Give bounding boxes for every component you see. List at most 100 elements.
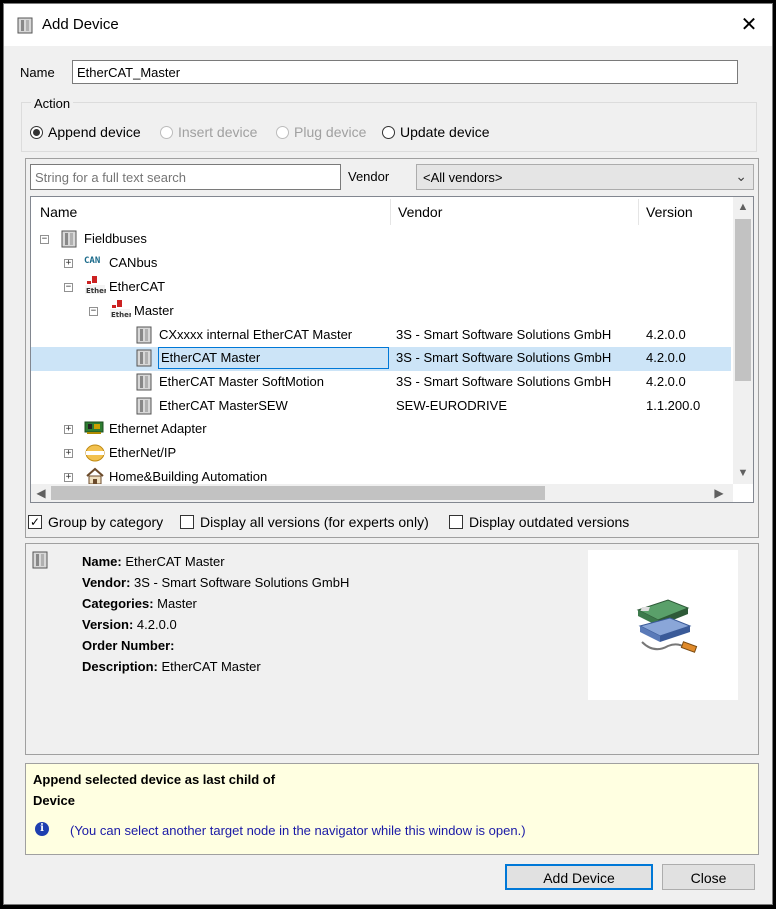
display-outdated-label: Display outdated versions — [469, 514, 630, 530]
ethercat-master-device-icon — [636, 599, 698, 653]
device-vendor: 3S - Smart Software Solutions GmbH — [396, 374, 612, 389]
tree-row-label: CANbus — [109, 255, 158, 270]
tree-row-master[interactable]: − EtherCAT Master — [31, 300, 731, 324]
message-hint: (You can select another target node in t… — [70, 823, 526, 838]
device-icon — [136, 397, 152, 418]
radio-circle — [30, 125, 43, 139]
vertical-scrollbar[interactable]: ▲ ▼ — [733, 197, 753, 484]
device-name: EtherCAT MasterSEW — [159, 398, 288, 413]
display-outdated-checkbox[interactable]: Display outdated versions — [449, 513, 629, 531]
detail-version: Version: 4.2.0.0 — [82, 617, 177, 632]
tree-row-device[interactable]: EtherCAT MasterSEW SEW-EURODRIVE 1.1.200… — [31, 395, 731, 419]
radio-circle — [276, 125, 289, 139]
chevron-down-icon: ⌄ — [735, 168, 747, 184]
tree-row-ethernet-adapter[interactable]: + Ethernet Adapter — [31, 418, 731, 442]
search-input[interactable] — [30, 164, 341, 190]
device-preview-image — [588, 550, 738, 700]
tree-row-label: Fieldbuses — [84, 231, 147, 246]
device-tree: Name Vendor Version − Fieldbuses + CAN C… — [30, 196, 754, 503]
scrollbar-thumb[interactable] — [735, 219, 751, 381]
name-input[interactable] — [72, 60, 738, 84]
add-device-dialog: Add Device ✕ Name Action Append device I… — [3, 3, 773, 905]
expand-icon[interactable]: + — [64, 473, 73, 482]
ethercat-icon: EtherCAT — [109, 300, 147, 323]
chevron-up-icon[interactable]: ▲ — [733, 197, 753, 217]
device-name: EtherCAT Master — [161, 350, 261, 365]
horizontal-scrollbar[interactable]: ◀ ▶ — [31, 484, 733, 502]
device-icon — [32, 551, 48, 572]
vendor-label: Vendor — [348, 169, 390, 184]
device-icon — [136, 349, 152, 370]
device-icon — [136, 373, 152, 394]
title-bar: Add Device ✕ — [4, 4, 772, 46]
device-icon — [136, 326, 152, 347]
tree-row-label: EtherNet/IP — [109, 445, 177, 460]
append-device-label: Append device — [48, 124, 141, 140]
close-button[interactable]: Close — [662, 864, 755, 890]
column-header-version[interactable]: Version — [646, 197, 693, 227]
collapse-icon[interactable]: − — [64, 283, 73, 292]
close-icon[interactable]: ✕ — [734, 12, 764, 38]
radio-circle — [160, 125, 173, 139]
radio-circle — [382, 125, 395, 139]
chevron-down-icon[interactable]: ▼ — [733, 463, 753, 483]
window-title: Add Device — [42, 16, 119, 33]
action-group-title: Action — [31, 96, 74, 111]
add-device-button[interactable]: Add Device — [505, 864, 653, 890]
message-line-1: Append selected device as last child of — [33, 772, 276, 787]
group-by-category-checkbox[interactable]: ✓ Group by category — [28, 513, 163, 531]
detail-name: Name: EtherCAT Master — [82, 554, 225, 569]
chevron-left-icon[interactable]: ◀ — [31, 484, 51, 502]
tree-row-label: EtherCAT — [109, 279, 166, 294]
checkbox-box — [449, 515, 463, 529]
checkbox-box — [180, 515, 194, 529]
can-icon: CAN — [84, 256, 101, 266]
update-device-radio[interactable]: Update device — [382, 122, 490, 142]
detail-categories: Categories: Master — [82, 596, 197, 611]
target-message-panel: Append selected device as last child of … — [25, 763, 759, 855]
tree-row-fieldbuses[interactable]: − Fieldbuses — [31, 228, 731, 252]
detail-vendor: Vendor: 3S - Smart Software Solutions Gm… — [82, 575, 350, 590]
tree-row-label: Master — [134, 303, 174, 318]
scrollbar-thumb[interactable] — [51, 486, 545, 500]
expand-icon[interactable]: + — [64, 449, 73, 458]
ethernet-ip-icon — [85, 444, 105, 465]
column-header-vendor[interactable]: Vendor — [398, 197, 442, 227]
plug-device-label: Plug device — [294, 124, 367, 140]
expand-icon[interactable]: + — [64, 259, 73, 268]
tree-row-ethernet-ip[interactable]: + EtherNet/IP — [31, 442, 731, 466]
device-name: CXxxxx internal EtherCAT Master — [159, 327, 353, 342]
collapse-icon[interactable]: − — [40, 235, 49, 244]
group-by-category-label: Group by category — [48, 514, 164, 530]
device-vendor: 3S - Smart Software Solutions GmbH — [396, 350, 612, 365]
display-all-versions-label: Display all versions (for experts only) — [200, 514, 429, 530]
device-version: 1.1.200.0 — [646, 398, 701, 413]
vendor-select[interactable]: <All vendors> ⌄ — [416, 164, 754, 190]
append-device-radio[interactable]: Append device — [30, 122, 141, 142]
tree-row-canbus[interactable]: + CAN CANbus — [31, 252, 731, 276]
plug-device-radio[interactable]: Plug device — [276, 122, 366, 142]
chevron-right-icon[interactable]: ▶ — [709, 484, 729, 502]
column-header-name[interactable]: Name — [40, 197, 77, 227]
message-line-2: Device — [33, 793, 75, 808]
update-device-label: Update device — [400, 124, 490, 140]
tree-row-device[interactable]: CXxxxx internal EtherCAT Master 3S - Sma… — [31, 324, 731, 348]
vendor-select-value: <All vendors> — [423, 170, 503, 185]
device-vendor: 3S - Smart Software Solutions GmbH — [396, 327, 612, 342]
device-name: EtherCAT Master SoftMotion — [159, 374, 324, 389]
tree-row-device-selected[interactable]: EtherCAT Master 3S - Smart Software Solu… — [31, 347, 731, 371]
svg-text:EtherCAT: EtherCAT — [111, 311, 131, 319]
collapse-icon[interactable]: − — [89, 307, 98, 316]
tree-row-ethercat[interactable]: − EtherCAT EtherCAT — [31, 276, 731, 300]
expand-icon[interactable]: + — [64, 425, 73, 434]
detail-description: Description: EtherCAT Master — [82, 659, 261, 674]
tree-row-device[interactable]: EtherCAT Master SoftMotion 3S - Smart So… — [31, 371, 731, 395]
tree-row-label: Home&Building Automation — [109, 469, 268, 484]
device-version: 4.2.0.0 — [646, 327, 686, 342]
device-vendor: SEW-EURODRIVE — [396, 398, 507, 413]
display-all-versions-checkbox[interactable]: Display all versions (for experts only) — [180, 513, 429, 531]
detail-order-number: Order Number: — [82, 638, 175, 653]
device-version: 4.2.0.0 — [646, 374, 686, 389]
insert-device-radio[interactable]: Insert device — [160, 122, 257, 142]
tree-row-label: Ethernet Adapter — [109, 421, 207, 436]
